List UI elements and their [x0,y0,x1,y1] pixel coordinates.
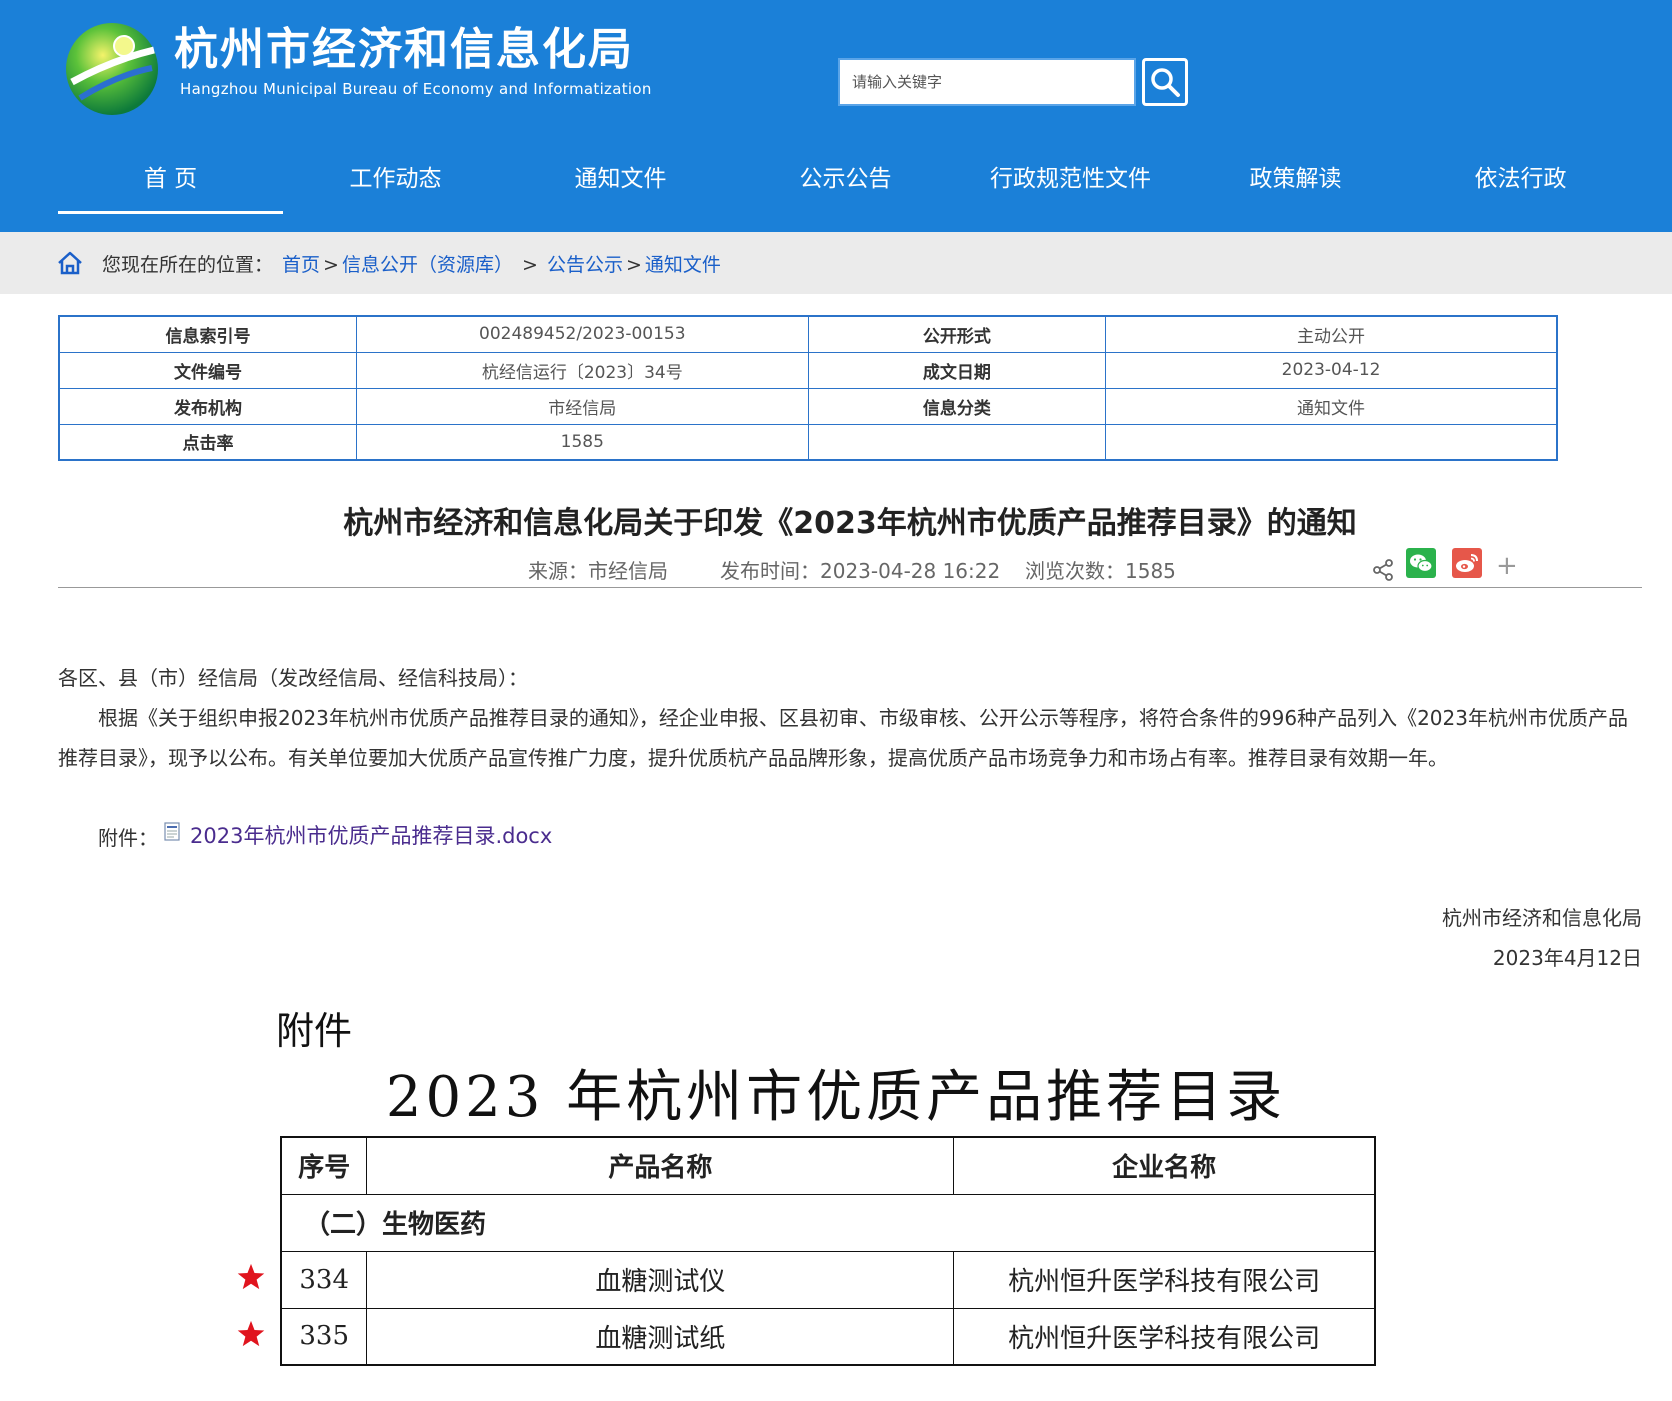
table-row: 点击率 1585 [58,423,1558,461]
issuer-label: 发布机构 [58,387,358,425]
table-row: 334 血糖测试仪 杭州恒升医学科技有限公司 [280,1250,1376,1309]
document-icon [164,822,180,841]
issuer-value: 市经信局 [356,387,809,425]
category-value: 通知文件 [1105,387,1558,425]
article-source: 来源：市经信局 [528,559,668,583]
table-row: 信息索引号 002489452/2023-00153 公开形式 主动公开 [58,315,1558,353]
logo-emblem-icon[interactable] [62,20,162,118]
breadcrumb-home[interactable]: 首页 [282,254,320,276]
wechat-share-button[interactable] [1406,548,1436,578]
divider [58,587,1642,588]
row-number: 334 [280,1250,368,1309]
empty-cell [807,423,1107,461]
article-paragraph: 根据《关于组织申报2023年杭州市优质产品推荐目录的通知》，经企业申报、区县初审… [58,706,1628,770]
click-count-label: 点击率 [58,423,358,461]
article-publish-time: 发布时间：2023-04-28 16:22 [720,559,1001,583]
site-subtitle: Hangzhou Municipal Bureau of Economy and… [180,80,652,98]
product-name: 血糖测试纸 [366,1307,955,1366]
info-metadata-table: 信息索引号 002489452/2023-00153 公开形式 主动公开 文件编… [58,315,1558,461]
breadcrumb-announcements[interactable]: 公告公示 [547,254,623,276]
table-row: 发布机构 市经信局 信息分类 通知文件 [58,387,1558,425]
site-title: 杭州市经济和信息化局 [174,24,634,75]
column-header-product: 产品名称 [366,1136,955,1195]
breadcrumb-info-disclosure[interactable]: 信息公开（资源库） [342,254,513,276]
weibo-icon [1456,554,1478,572]
nav-announcements[interactable]: 公示公告 [733,150,958,214]
nav-home[interactable]: 首 页 [58,150,283,214]
row-number: 335 [280,1307,368,1366]
written-date-value: 2023-04-12 [1105,351,1558,389]
attachment-label: 附件： [98,826,158,850]
home-icon[interactable] [56,249,84,277]
nav-work-news[interactable]: 工作动态 [283,150,508,214]
weibo-share-button[interactable] [1452,548,1482,578]
disclosure-form-label: 公开形式 [807,315,1107,353]
column-header-company: 企业名称 [953,1136,1376,1195]
nav-law-administration[interactable]: 依法行政 [1408,150,1633,214]
column-header-number: 序号 [280,1136,368,1195]
share-icon[interactable] [1372,558,1394,582]
signature-organization: 杭州市经济和信息化局 [1442,906,1642,930]
site-header: 杭州市经济和信息化局 Hangzhou Municipal Bureau of … [0,0,1672,232]
search-input[interactable] [838,58,1136,106]
search-icon [1151,68,1180,97]
product-name: 血糖测试仪 [366,1250,955,1309]
main-nav: 首 页 工作动态 通知文件 公示公告 行政规范性文件 政策解读 依法行政 [58,150,1633,214]
company-name: 杭州恒升医学科技有限公司 [953,1307,1376,1366]
category-label: 信息分类 [807,387,1107,425]
category-cell: （二）生物医药 [280,1193,1376,1252]
category-row: （二）生物医药 [280,1193,1376,1252]
breadcrumb-links: 首页 > 信息公开（资源库） > 公告公示 > 通知文件 [282,250,721,277]
disclosure-form-value: 主动公开 [1105,315,1558,353]
click-count-value: 1585 [356,423,809,461]
nav-policy-interpretation[interactable]: 政策解读 [1183,150,1408,214]
search-button[interactable] [1142,58,1188,106]
product-catalog-table: 序号 产品名称 企业名称 （二）生物医药 334 血糖测试仪 杭州恒升医学科技有… [280,1136,1376,1366]
nav-regulatory-docs[interactable]: 行政规范性文件 [958,150,1183,214]
breadcrumb-separator: > [323,254,339,276]
breadcrumb: 您现在所在的位置： 首页 > 信息公开（资源库） > 公告公示 > 通知文件 [0,232,1672,294]
breadcrumb-separator: > [625,254,642,276]
article-title: 杭州市经济和信息化局关于印发《2023年杭州市优质产品推荐目录》的通知 [343,506,1357,541]
plus-icon[interactable]: + [1496,553,1518,579]
attachment-link[interactable]: 2023年杭州市优质产品推荐目录.docx [190,820,552,850]
table-row: 文件编号 杭经信运行〔2023〕34号 成文日期 2023-04-12 [58,351,1558,389]
breadcrumb-prefix: 您现在所在的位置： [102,254,274,276]
breadcrumb-notices[interactable]: 通知文件 [645,254,721,276]
signature-date: 2023年4月12日 [1492,946,1642,970]
document-number-value: 杭经信运行〔2023〕34号 [356,351,809,389]
wechat-icon [1410,554,1433,573]
nav-notices[interactable]: 通知文件 [508,150,733,214]
document-number-label: 文件编号 [58,351,358,389]
annex-title: 2023 年杭州市优质产品推荐目录 [385,1065,1287,1130]
star-icon [237,1263,265,1290]
table-row: 335 血糖测试纸 杭州恒升医学科技有限公司 [280,1307,1376,1366]
written-date-label: 成文日期 [807,351,1107,389]
company-name: 杭州恒升医学科技有限公司 [953,1250,1376,1309]
star-icon [237,1320,265,1347]
empty-cell [1105,423,1558,461]
table-header-row: 序号 产品名称 企业名称 [280,1136,1376,1195]
annex-label: 附件 [276,1009,353,1053]
salutation: 各区、县（市）经信局（发改经信局、经信科技局）： [58,666,528,690]
index-number-label: 信息索引号 [58,315,358,353]
breadcrumb-separator: > [515,254,544,276]
index-number-value: 002489452/2023-00153 [356,315,809,353]
article-view-count: 浏览次数：1585 [1025,559,1176,583]
